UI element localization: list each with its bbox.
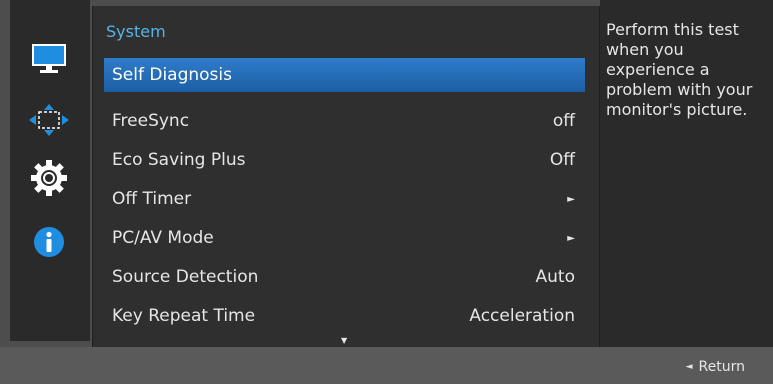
category-sidebar [10,0,90,341]
menu-item-value: Acceleration [469,306,575,326]
menu-title: System [106,22,166,41]
menu-item-value: Auto [535,267,575,287]
help-text: Perform this test when you experience a … [606,20,753,119]
return-arrow-icon: ◄ [685,362,693,372]
menu-item-off-timer[interactable]: Off Timer ► [104,182,585,216]
menu-item-freesync[interactable]: FreeSync off [104,104,585,138]
menu-item-value: Off [549,150,575,170]
chevron-right-icon: ► [567,232,575,244]
menu-item-pc-av-mode[interactable]: PC/AV Mode ► [104,221,585,255]
menu-item-key-repeat-time[interactable]: Key Repeat Time Acceleration [104,299,585,333]
osd-screen: System Self Diagnosis FreeSync off Eco S… [0,0,773,384]
menu-item-label: Key Repeat Time [112,306,256,326]
menu-item-self-diagnosis[interactable]: Self Diagnosis [104,58,585,92]
menu-item-value: off [552,111,575,131]
return-button[interactable]: ◄ Return [686,359,745,375]
menu-item-label: FreeSync [112,111,190,131]
menu-item-label: Self Diagnosis [112,65,232,85]
monitor-icon[interactable] [26,40,72,76]
menu-item-label: Source Detection [112,267,259,287]
help-panel: Perform this test when you experience a … [600,0,773,347]
chevron-right-icon: ► [567,193,575,205]
move-arrows-icon[interactable] [26,102,72,138]
menu-item-source-detection[interactable]: Source Detection Auto [104,260,585,294]
return-label: Return [698,359,745,375]
menu-item-label: Off Timer [112,189,192,209]
menu-item-eco-saving-plus[interactable]: Eco Saving Plus Off [104,143,585,177]
menu-item-label: PC/AV Mode [112,228,214,248]
scroll-down-icon[interactable]: ▼ [341,336,347,345]
system-menu: System Self Diagnosis FreeSync off Eco S… [92,6,600,347]
info-icon[interactable] [26,224,72,260]
bottom-bar: ◄ Return [0,347,773,384]
gear-icon[interactable] [26,160,72,196]
menu-item-label: Eco Saving Plus [112,150,246,170]
